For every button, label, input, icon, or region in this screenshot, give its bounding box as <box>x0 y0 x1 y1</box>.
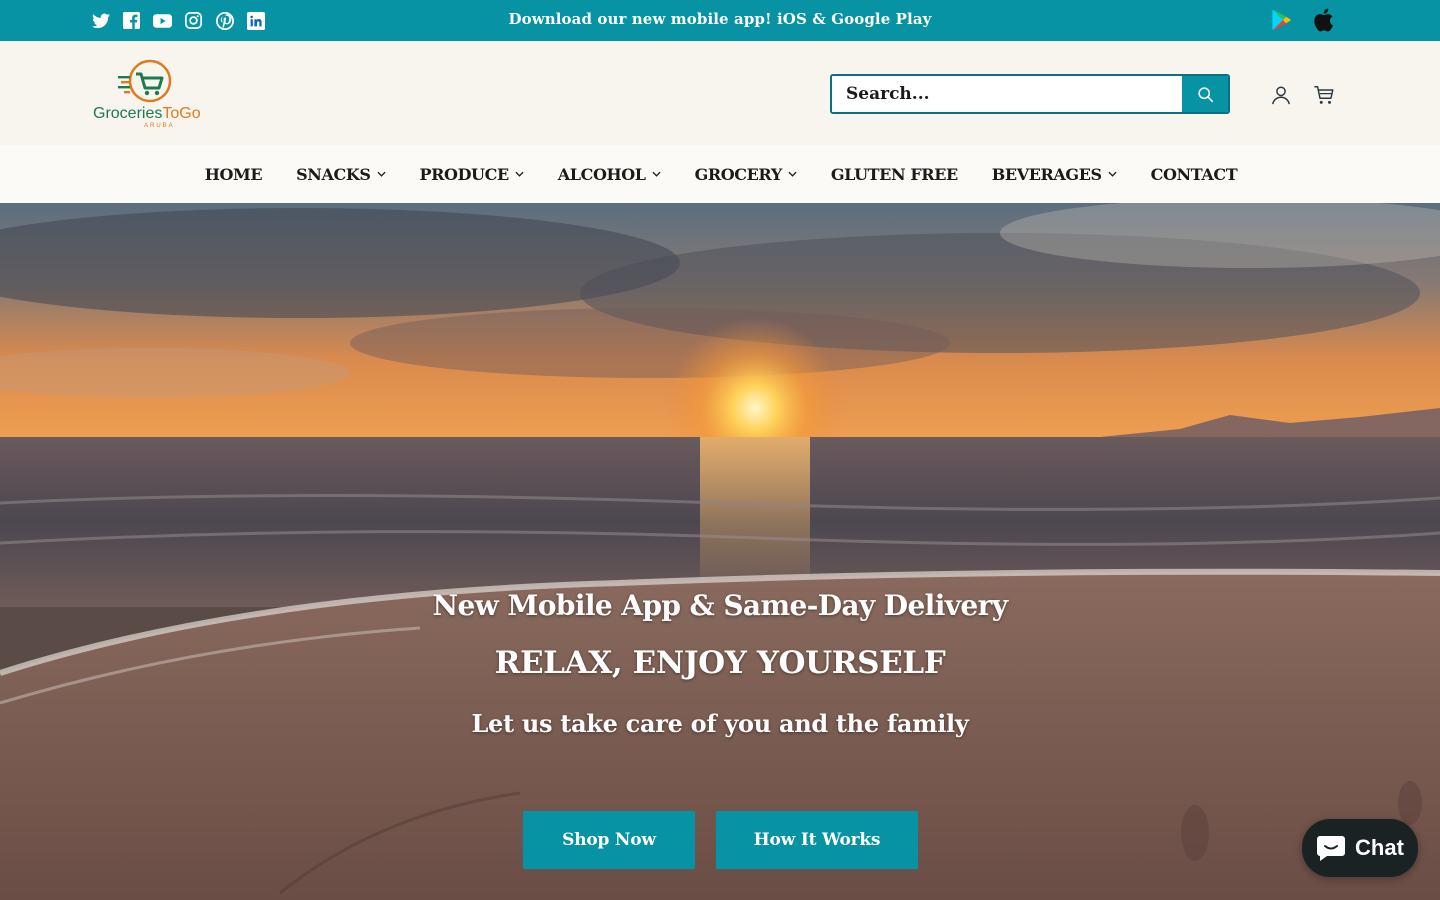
nav-label: SNACKS <box>296 164 371 184</box>
nav-beverages[interactable]: BEVERAGES <box>992 165 1117 184</box>
logo-subtitle: ARUBA <box>144 123 175 129</box>
nav-grocery[interactable]: GROCERY <box>695 165 797 184</box>
search-bar <box>830 74 1230 114</box>
nav-contact[interactable]: CONTACT <box>1151 165 1238 184</box>
google-play-icon[interactable] <box>1272 9 1292 31</box>
site-header: GroceriesToGo ARUBA <box>0 41 1440 145</box>
announcement-text[interactable]: Download our new mobile app! iOS & Googl… <box>0 10 1440 28</box>
hero-banner: New Mobile App & Same-Day Delivery RELAX… <box>0 203 1440 900</box>
nav-alcohol[interactable]: ALCOHOL <box>558 165 661 184</box>
nav-produce[interactable]: PRODUCE <box>420 165 524 184</box>
logo-wordmark: GroceriesToGo <box>93 105 201 122</box>
chevron-down-icon <box>788 171 797 177</box>
nav-label: GLUTEN FREE <box>830 164 958 184</box>
nav-label: HOME <box>204 164 263 184</box>
search-icon <box>1197 86 1213 102</box>
nav-label: ALCOHOL <box>557 164 646 184</box>
search-button[interactable] <box>1182 76 1228 112</box>
nav-label: PRODUCE <box>419 164 510 184</box>
account-icon[interactable] <box>1270 84 1292 106</box>
chat-label: Chat <box>1355 835 1404 860</box>
cart-logo-icon <box>118 59 172 103</box>
shop-now-button[interactable]: Shop Now <box>523 811 695 869</box>
nav-snacks[interactable]: SNACKS <box>296 164 386 184</box>
how-it-works-button[interactable]: How It Works <box>716 811 918 869</box>
hero-subtitle: Let us take care of you and the family <box>471 709 969 738</box>
chevron-down-icon <box>515 171 524 177</box>
cart-icon[interactable] <box>1313 84 1335 106</box>
nav-home[interactable]: HOME <box>204 164 263 184</box>
site-logo[interactable]: GroceriesToGo ARUBA <box>88 56 213 131</box>
nav-label: GROCERY <box>694 164 783 184</box>
sunset-beach-image <box>0 203 1440 900</box>
header-actions <box>1270 84 1335 106</box>
nav-gluten-free[interactable]: GLUTEN FREE <box>831 165 958 184</box>
apple-icon[interactable] <box>1312 7 1334 33</box>
nav-label: BEVERAGES <box>991 164 1102 184</box>
search-input[interactable] <box>832 76 1184 112</box>
app-store-links <box>1272 7 1334 33</box>
hero-heading: New Mobile App & Same-Day Delivery <box>432 589 1009 622</box>
chat-bubble-icon <box>1317 836 1346 861</box>
main-navigation: HOME SNACKS PRODUCE ALCOHOL GROCERY GLUT… <box>0 145 1440 203</box>
nav-label: CONTACT <box>1150 164 1238 184</box>
chevron-down-icon <box>376 171 386 177</box>
announcement-bar: Download our new mobile app! iOS & Googl… <box>0 0 1440 41</box>
chevron-down-icon <box>652 171 661 177</box>
hero-title: RELAX, ENJOY YOURSELF <box>494 645 946 681</box>
chevron-down-icon <box>1108 171 1117 177</box>
chat-button[interactable]: Chat <box>1302 819 1418 877</box>
